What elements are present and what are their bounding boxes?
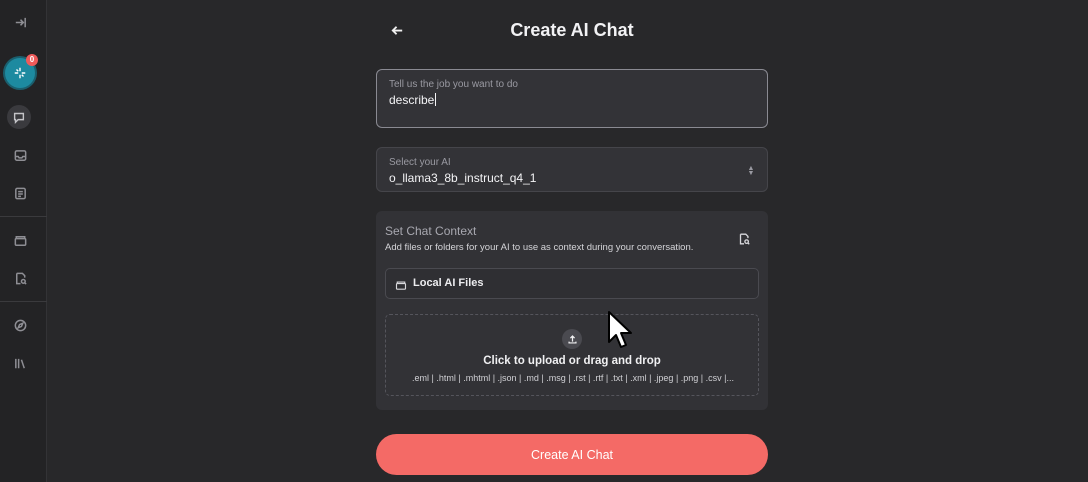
compass-icon[interactable] [10, 315, 30, 335]
upload-title: Click to upload or drag and drop [483, 355, 661, 367]
context-title: Set Chat Context [385, 224, 477, 238]
page-title: Create AI Chat [510, 20, 634, 40]
collapse-icon[interactable] [10, 12, 30, 32]
ai-select-value: o_llama3_8b_instruct_q4_1 [389, 171, 537, 185]
sidebar-divider [0, 216, 47, 217]
upload-dropzone[interactable]: Click to upload or drag and drop .eml | … [385, 314, 759, 396]
archive-icon[interactable] [10, 230, 30, 250]
context-description: Add files or folders for your AI to use … [385, 242, 694, 253]
notes-icon[interactable] [10, 183, 30, 203]
chat-context-panel: Set Chat Context Add files or folders fo… [376, 211, 768, 410]
chat-icon[interactable] [7, 105, 31, 129]
local-ai-files-label: Local AI Files [413, 277, 484, 289]
notification-badge: 0 [26, 54, 38, 66]
sidebar: 0 [0, 0, 47, 482]
create-ai-chat-button[interactable]: Create AI Chat [376, 434, 768, 475]
job-input-value[interactable]: describe [389, 93, 437, 107]
file-search-icon[interactable] [10, 268, 30, 288]
text-caret [435, 93, 437, 106]
upload-icon [562, 329, 582, 349]
chevron-updown-icon: ▲ ▼ [747, 165, 755, 177]
ai-select[interactable]: Select your AI o_llama3_8b_instruct_q4_1… [376, 147, 768, 192]
ai-select-label: Select your AI [389, 157, 451, 168]
job-input[interactable]: Tell us the job you want to do describe [376, 69, 768, 128]
local-ai-files-button[interactable]: Local AI Files [385, 268, 759, 299]
upload-file-types: .eml | .html | .mhtml | .json | .md | .m… [412, 373, 734, 383]
job-input-label: Tell us the job you want to do [389, 79, 518, 90]
archive-icon [395, 278, 407, 290]
inbox-icon[interactable] [10, 145, 30, 165]
sidebar-divider [0, 301, 47, 302]
library-icon[interactable] [10, 353, 30, 373]
file-search-icon[interactable] [736, 231, 752, 247]
